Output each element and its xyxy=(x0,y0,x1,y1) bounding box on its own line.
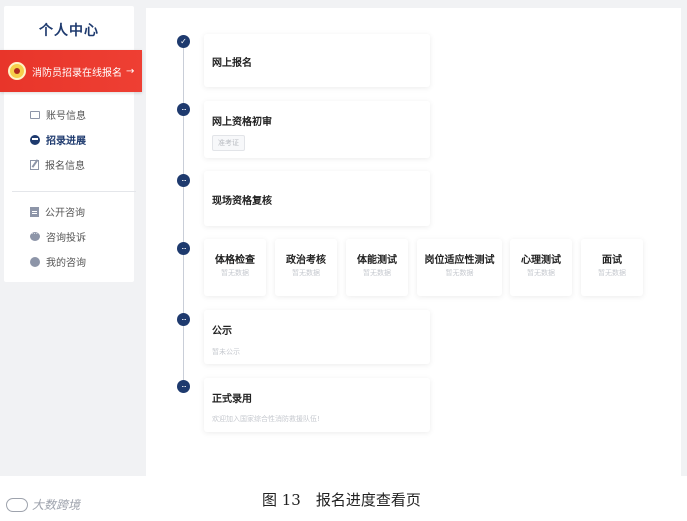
exam-card-physical-exam: 体格检查 暂无数据 xyxy=(204,239,266,296)
step-card-publicity: 公示 暂未公示 xyxy=(204,310,430,364)
sidebar-item-consult-complaint[interactable]: 咨询投诉 xyxy=(4,224,134,249)
exam-status: 暂无数据 xyxy=(221,269,249,277)
exam-title: 体格检查 xyxy=(215,255,255,266)
id-card-icon xyxy=(30,110,40,119)
figure-caption: 图 13 报名进度查看页 xyxy=(262,491,421,509)
more-dots-icon: ... xyxy=(181,173,187,183)
check-icon: ✓ xyxy=(180,36,187,46)
timeline-node-completed: ✓ xyxy=(177,35,190,48)
chat-icon xyxy=(30,228,40,241)
progress-circle-icon xyxy=(30,134,40,145)
exam-card-fitness-test: 体能测试 暂无数据 xyxy=(346,239,408,296)
timeline-node: ... xyxy=(177,380,190,393)
signup-button-label: 消防员招录在线报名 xyxy=(32,67,122,79)
timeline-node: ... xyxy=(177,103,190,116)
exam-card-aptitude-test: 岗位适应性测试 暂无数据 xyxy=(417,239,502,296)
more-dots-icon: ... xyxy=(181,241,187,251)
admission-ticket-button[interactable]: 准考证 xyxy=(212,135,245,151)
exam-title: 心理测试 xyxy=(521,255,561,266)
more-dots-icon: ... xyxy=(181,312,187,322)
document-icon xyxy=(30,206,39,217)
timeline-node: ... xyxy=(177,313,190,326)
exam-status: 暂无数据 xyxy=(527,269,555,277)
exam-status: 暂无数据 xyxy=(598,269,626,277)
sidebar-item-label: 我的咨询 xyxy=(46,258,86,269)
signup-online-button[interactable]: 消防员招录在线报名 → xyxy=(0,50,142,92)
timeline-node: ... xyxy=(177,242,190,255)
step-title: 公示 xyxy=(212,326,232,337)
sidebar-item-public-consult[interactable]: 公开咨询 xyxy=(4,199,134,224)
sidebar-menu-primary: 账号信息 招录进展 报名信息 xyxy=(4,102,134,177)
sidebar-item-label: 公开咨询 xyxy=(45,208,85,219)
step-note: 欢迎加入国家综合性消防救援队伍! xyxy=(212,415,320,423)
sidebar-item-label: 报名信息 xyxy=(45,161,85,172)
timeline-node: ... xyxy=(177,174,190,187)
user-icon xyxy=(30,256,40,267)
exam-status: 暂无数据 xyxy=(445,269,474,277)
progress-panel: ✓ 网上报名 ... 网上资格初审 准考证 ... 现场资格复核 ... 体格检… xyxy=(146,8,681,476)
exam-status: 暂无数据 xyxy=(292,269,320,277)
watermark-logo-icon xyxy=(6,497,28,512)
sidebar: 个人中心 消防员招录在线报名 → 账号信息 招录进展 报名信息 公开咨询 … 咨… xyxy=(0,6,142,282)
sidebar-item-label: 咨询投诉 xyxy=(46,233,86,244)
step-card-official-hire: 正式录用 欢迎加入国家综合性消防救援队伍! xyxy=(204,378,430,432)
sidebar-item-recruit-progress[interactable]: 招录进展 xyxy=(4,127,134,152)
timeline-line xyxy=(183,42,184,387)
sidebar-item-account-info[interactable]: 账号信息 xyxy=(4,102,134,127)
sidebar-item-label: 招录进展 xyxy=(46,136,86,147)
page-background: 个人中心 消防员招录在线报名 → 账号信息 招录进展 报名信息 公开咨询 … 咨… xyxy=(0,0,687,476)
exam-title: 政治考核 xyxy=(286,255,326,266)
sidebar-title: 个人中心 xyxy=(39,23,99,39)
exam-card-interview: 面试 暂无数据 xyxy=(581,239,643,296)
sidebar-divider xyxy=(12,191,136,192)
sidebar-item-signup-info[interactable]: 报名信息 xyxy=(4,152,134,177)
step-title: 正式录用 xyxy=(212,394,252,405)
step-title: 网上资格初审 xyxy=(212,117,272,128)
edit-icon xyxy=(30,159,39,170)
exam-title: 体能测试 xyxy=(357,255,397,266)
step-card-online-signup: 网上报名 xyxy=(204,34,430,87)
sidebar-item-label: 账号信息 xyxy=(46,111,86,122)
more-dots-icon: ... xyxy=(181,379,187,389)
step-title: 网上报名 xyxy=(212,58,252,69)
exam-title: 面试 xyxy=(602,255,622,266)
sidebar-item-my-consult[interactable]: 我的咨询 xyxy=(4,249,134,274)
exam-card-psych-test: 心理测试 暂无数据 xyxy=(510,239,572,296)
watermark-text: 大数跨境 xyxy=(32,498,81,512)
step-card-initial-review: 网上资格初审 准考证 xyxy=(204,101,430,158)
exam-title: 岗位适应性测试 xyxy=(424,255,495,266)
step-title: 现场资格复核 xyxy=(212,196,272,207)
step-note: 暂未公示 xyxy=(212,348,240,356)
exam-status: 暂无数据 xyxy=(363,269,391,277)
sidebar-menu-secondary: 公开咨询 咨询投诉 我的咨询 xyxy=(4,199,134,274)
watermark: 大数跨境 xyxy=(6,496,80,513)
firefighter-badge-icon xyxy=(8,62,26,80)
more-dots-icon: ... xyxy=(181,102,187,112)
arrow-right-icon: → xyxy=(126,65,135,77)
exam-card-political-review: 政治考核 暂无数据 xyxy=(275,239,337,296)
step-card-onsite-review: 现场资格复核 xyxy=(204,171,430,226)
